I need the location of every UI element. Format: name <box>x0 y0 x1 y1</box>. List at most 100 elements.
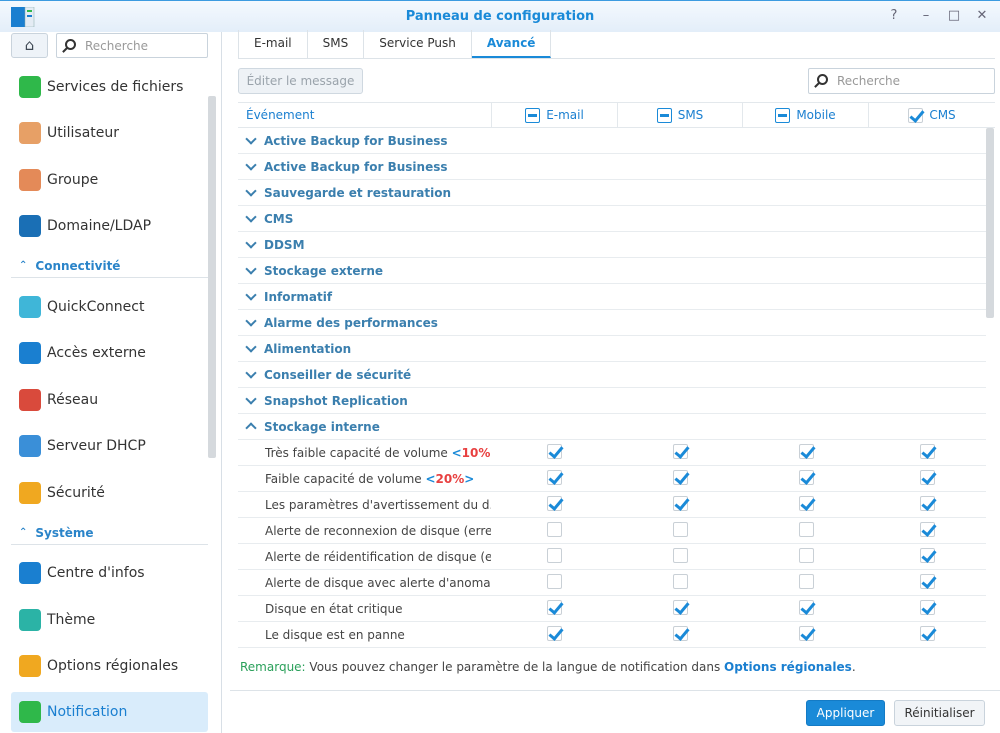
notification-checkbox[interactable] <box>672 573 688 589</box>
maximize-button[interactable]: □ <box>946 8 962 24</box>
select-all-checkbox[interactable] <box>908 107 924 123</box>
notification-checkbox[interactable] <box>798 521 814 537</box>
notification-checkbox[interactable] <box>672 469 688 485</box>
notification-checkbox[interactable] <box>546 599 562 615</box>
sidebar-item-s-curit-[interactable]: Sécurité <box>11 473 208 513</box>
group-row[interactable]: Alimentation <box>238 336 986 362</box>
notification-checkbox[interactable] <box>798 573 814 589</box>
notification-checkbox[interactable] <box>546 469 562 485</box>
table-scrollbar[interactable] <box>986 128 994 318</box>
sidebar-item-quickconnect[interactable]: QuickConnect <box>11 287 208 327</box>
notification-checkbox[interactable] <box>920 521 935 537</box>
chevron-down-icon <box>245 184 257 197</box>
sidebar-item-domaine-ldap[interactable]: Domaine/LDAP <box>11 206 208 246</box>
group-row[interactable]: Active Backup for Business <box>238 154 986 180</box>
notification-checkbox[interactable] <box>672 521 688 537</box>
notification-checkbox[interactable] <box>546 521 562 537</box>
sidebar-item-centre-d-infos[interactable]: Centre d'infos <box>11 553 208 593</box>
event-search-input[interactable]: Recherche <box>808 68 995 94</box>
sidebar-item-th-me[interactable]: Thème <box>11 600 208 640</box>
home-button[interactable]: ⌂ <box>11 33 48 58</box>
group-row[interactable]: Active Backup for Business <box>238 128 986 154</box>
notification-checkbox[interactable] <box>672 599 688 615</box>
threshold-open: < <box>425 471 436 486</box>
event-name: Disque en état critique <box>238 602 491 616</box>
tab-e-mail[interactable]: E-mail <box>239 30 308 58</box>
quickconnect-icon <box>19 296 41 318</box>
search-icon <box>817 74 828 85</box>
notification-checkbox[interactable] <box>920 469 935 485</box>
select-all-checkbox[interactable] <box>525 107 541 123</box>
sidebar-item-acc-s-externe[interactable]: Accès externe <box>11 333 208 373</box>
apply-button[interactable]: Appliquer <box>806 700 885 726</box>
sidebar-section-header[interactable]: ⌃ Système <box>11 521 208 545</box>
threshold-value[interactable]: 10% <box>462 446 491 460</box>
notification-checkbox[interactable] <box>546 495 562 511</box>
notification-checkbox[interactable] <box>920 443 935 459</box>
sidebar-item-notification[interactable]: Notification <box>11 692 208 732</box>
notification-checkbox[interactable] <box>672 547 688 563</box>
event-name: Alerte de disque avec alerte d'anomal... <box>238 576 491 590</box>
select-all-checkbox[interactable] <box>656 107 672 123</box>
notification-checkbox[interactable] <box>920 495 935 511</box>
notification-checkbox[interactable] <box>546 547 562 563</box>
column-header: Mobile <box>742 103 868 127</box>
notification-checkbox[interactable] <box>672 625 688 641</box>
tab-avanc-[interactable]: Avancé <box>471 30 552 58</box>
group-row[interactable]: Snapshot Replication <box>238 388 986 414</box>
minimize-button[interactable]: – <box>918 8 934 24</box>
group-row[interactable]: DDSM <box>238 232 986 258</box>
sidebar-item-groupe[interactable]: Groupe <box>11 160 208 200</box>
sidebar-search-input[interactable]: Recherche <box>56 33 208 58</box>
notification-checkbox[interactable] <box>546 573 562 589</box>
close-button[interactable]: ✕ <box>974 8 990 24</box>
sidebar-item-r-seau[interactable]: Réseau <box>11 380 208 420</box>
regional-options-link[interactable]: Options régionales <box>724 660 852 674</box>
notification-checkbox[interactable] <box>798 599 814 615</box>
sidebar-item-services-de-fichiers[interactable]: Services de fichiers <box>11 67 208 107</box>
group-row[interactable]: Alarme des performances <box>238 310 986 336</box>
sidebar-scrollbar[interactable] <box>208 96 216 458</box>
notification-checkbox[interactable] <box>798 443 814 459</box>
group-label: Conseiller de sécurité <box>264 367 412 382</box>
checkbox-cell <box>617 469 743 488</box>
group-row[interactable]: Stockage externe <box>238 258 986 284</box>
sidebar-item-serveur-dhcp[interactable]: Serveur DHCP <box>11 426 208 466</box>
table-row: Alerte de réidentification de disque (e.… <box>238 544 986 570</box>
notification-checkbox[interactable] <box>798 547 814 563</box>
notification-checkbox[interactable] <box>920 547 935 563</box>
select-all-checkbox[interactable] <box>775 107 791 123</box>
notification-checkbox[interactable] <box>546 625 562 641</box>
sidebar-section-header[interactable]: ⌃ Connectivité <box>11 254 208 278</box>
checkbox-cell <box>869 573 986 592</box>
checkbox-cell <box>491 443 617 462</box>
sidebar-item-options-r-gionales[interactable]: Options régionales <box>11 646 208 686</box>
notification-checkbox[interactable] <box>920 625 935 641</box>
tab-service-push[interactable]: Service Push <box>364 30 472 58</box>
help-button[interactable]: ? <box>886 8 902 24</box>
home-icon: ⌂ <box>24 36 35 54</box>
notification-checkbox[interactable] <box>798 495 814 511</box>
tab-sms[interactable]: SMS <box>308 30 365 58</box>
notification-checkbox[interactable] <box>798 469 814 485</box>
group-row[interactable]: Informatif <box>238 284 986 310</box>
sidebar-item-utilisateur[interactable]: Utilisateur <box>11 113 208 153</box>
group-row[interactable]: CMS <box>238 206 986 232</box>
threshold-open: < <box>451 445 462 460</box>
notification-checkbox[interactable] <box>672 495 688 511</box>
group-row[interactable]: Sauvegarde et restauration <box>238 180 986 206</box>
group-row[interactable]: Stockage interne <box>238 414 986 440</box>
edit-message-button[interactable]: Éditer le message <box>238 68 363 94</box>
checkbox-cell <box>743 495 869 514</box>
chat-icon <box>19 701 41 723</box>
notification-checkbox[interactable] <box>920 599 935 615</box>
group-row[interactable]: Conseiller de sécurité <box>238 362 986 388</box>
notification-checkbox[interactable] <box>920 573 935 589</box>
group-label: Alarme des performances <box>264 315 438 330</box>
notification-checkbox[interactable] <box>798 625 814 641</box>
notification-checkbox[interactable] <box>546 443 562 459</box>
notification-checkbox[interactable] <box>672 443 688 459</box>
reset-button[interactable]: Réinitialiser <box>894 700 985 726</box>
column-header: E-mail <box>491 103 617 127</box>
threshold-value[interactable]: 20% <box>436 472 465 486</box>
